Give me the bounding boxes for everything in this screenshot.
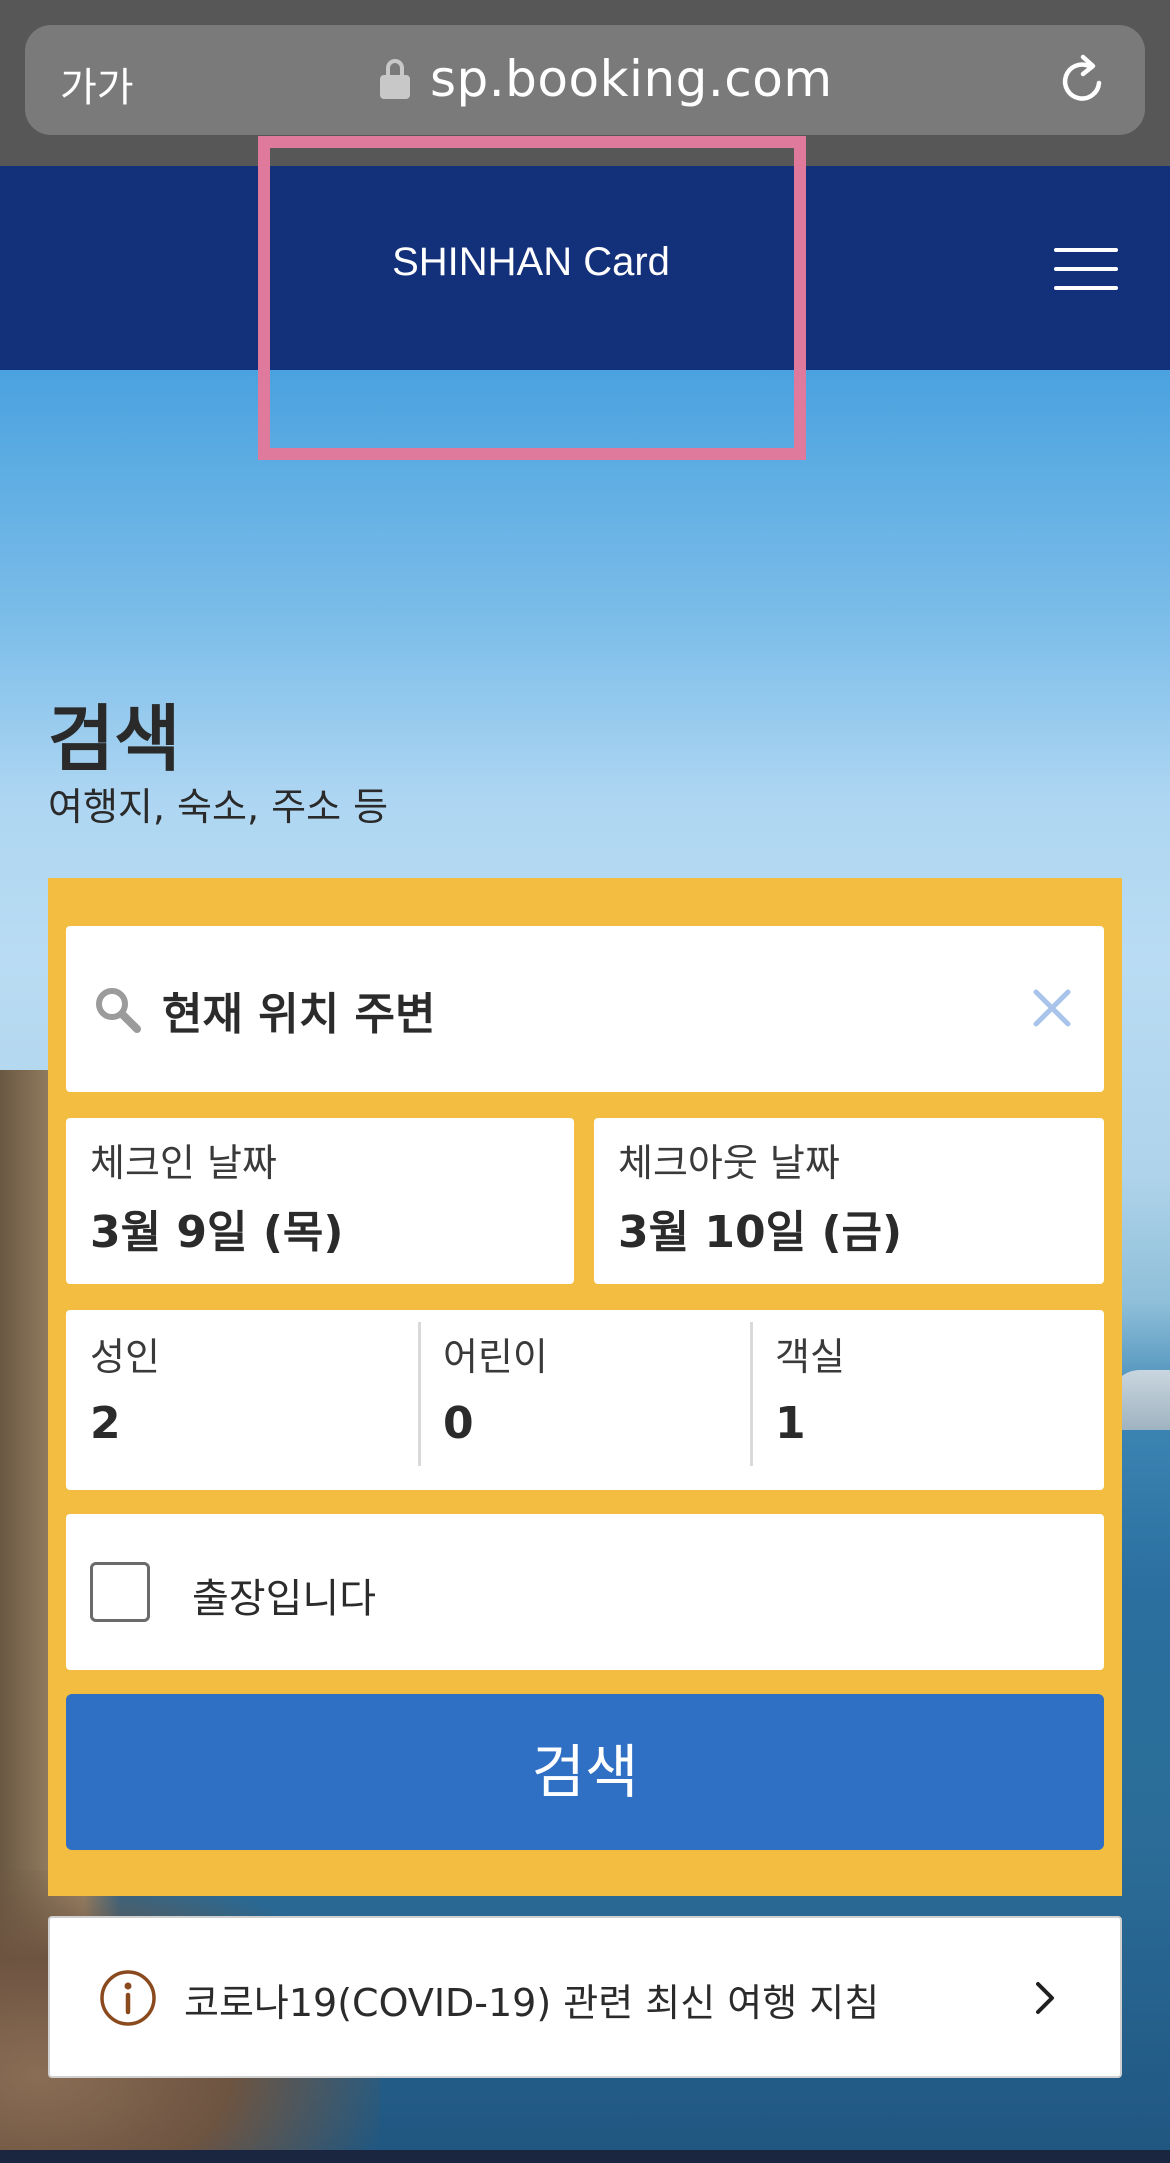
business-trip-label: 출장입니다 <box>192 1576 376 1622</box>
text-size-button[interactable]: 가가 <box>60 55 134 113</box>
checkin-date-field[interactable]: 체크인 날짜 3월 9일 (목) <box>66 1118 574 1284</box>
reload-icon[interactable] <box>1055 53 1111 109</box>
destination-value: 현재 위치 주변 <box>162 989 436 1040</box>
search-subheading: 여행지, 숙소, 주소 등 <box>48 785 389 829</box>
url-text: sp.booking.com <box>430 50 833 108</box>
rooms-label: 객실 <box>775 1335 845 1379</box>
children-label: 어린이 <box>443 1335 548 1379</box>
menu-icon[interactable] <box>1054 248 1118 290</box>
bottom-edge <box>0 2150 1170 2163</box>
destination-field[interactable]: 현재 위치 주변 <box>66 926 1104 1092</box>
search-panel: 현재 위치 주변 체크인 날짜 3월 9일 (목) 체크아웃 날짜 3월 10일… <box>48 878 1122 1896</box>
checkin-value: 3월 9일 (목) <box>90 1207 344 1258</box>
info-icon <box>100 1970 156 2026</box>
adults-selector[interactable]: 성인 2 <box>66 1310 418 1490</box>
business-trip-option[interactable]: 출장입니다 <box>66 1514 1104 1670</box>
search-button[interactable]: 검색 <box>66 1694 1104 1850</box>
covid-notice-text: 코로나19(COVID-19) 관련 최신 여행 지침 <box>184 1981 880 2025</box>
chevron-right-icon <box>1036 1982 1054 2014</box>
adults-label: 성인 <box>90 1335 160 1379</box>
covid-notice[interactable]: 코로나19(COVID-19) 관련 최신 여행 지침 <box>48 1916 1122 2078</box>
business-trip-checkbox[interactable] <box>90 1562 150 1622</box>
address-bar[interactable]: 가가 sp.booking.com <box>25 25 1145 135</box>
checkout-label: 체크아웃 날짜 <box>618 1141 840 1185</box>
search-icon <box>96 988 141 1033</box>
search-heading: 검색 <box>48 697 181 781</box>
checkout-value: 3월 10일 (금) <box>618 1207 903 1258</box>
adults-value: 2 <box>90 1398 121 1449</box>
rooms-value: 1 <box>775 1398 806 1449</box>
lock-icon <box>380 59 410 99</box>
rooms-selector[interactable]: 객실 1 <box>750 1322 1104 1466</box>
guests-field[interactable]: 성인 2 어린이 0 객실 1 <box>66 1310 1104 1490</box>
children-selector[interactable]: 어린이 0 <box>418 1322 750 1466</box>
children-value: 0 <box>443 1398 474 1449</box>
url-display[interactable]: sp.booking.com <box>380 49 833 109</box>
clear-icon[interactable] <box>1030 986 1074 1030</box>
checkin-label: 체크인 날짜 <box>90 1141 277 1185</box>
highlight-annotation <box>258 136 806 460</box>
checkout-date-field[interactable]: 체크아웃 날짜 3월 10일 (금) <box>594 1118 1104 1284</box>
